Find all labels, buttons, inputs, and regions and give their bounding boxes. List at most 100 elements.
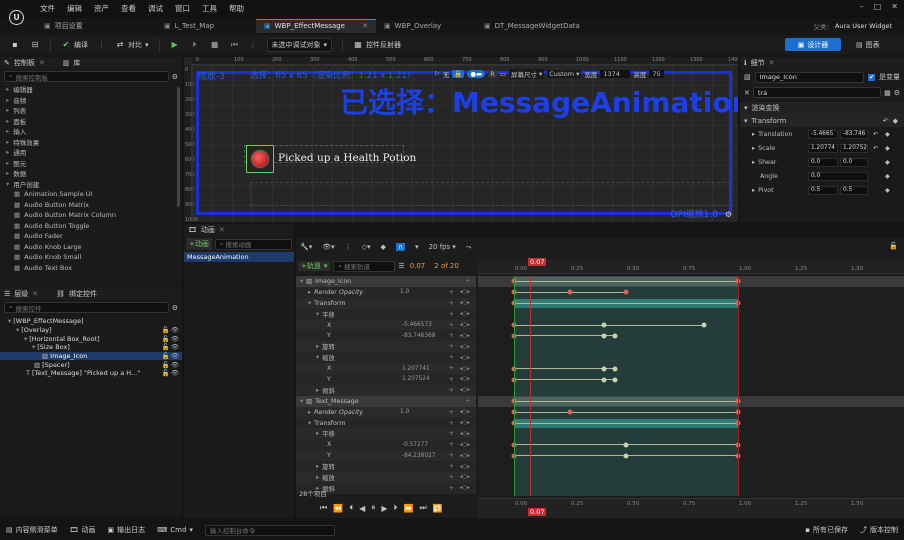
palette-item[interactable]: ▦ Audio Button Matrix xyxy=(0,200,182,211)
animation-item[interactable]: MessageAnimation xyxy=(184,252,294,262)
toggle-icon[interactable]: ●▬ xyxy=(467,70,486,78)
track-row[interactable]: ▾ ▧ Image_Icon + xyxy=(296,276,476,287)
translation-y[interactable]: -83.746 xyxy=(840,129,868,139)
r-toggle[interactable]: R xyxy=(488,70,497,78)
menu-item[interactable]: 资产 xyxy=(94,3,109,14)
animation-button[interactable]: 🎞 动画 xyxy=(70,525,96,535)
palette-category[interactable]: ▸ 图元 xyxy=(0,158,182,169)
add-key-icon[interactable]: + xyxy=(449,420,454,427)
start-bound[interactable] xyxy=(514,276,515,496)
keyframe-nav-icon[interactable]: ◂○▸ xyxy=(460,333,470,339)
keyframe[interactable] xyxy=(612,333,618,339)
grid-view-icon[interactable]: ▦ xyxy=(884,89,891,97)
stop-icon[interactable]: ■ xyxy=(210,40,220,50)
menu-item[interactable]: 调试 xyxy=(148,3,163,14)
keyframe-nav-icon[interactable]: ◂○▸ xyxy=(460,376,470,382)
menu-item[interactable]: 窗口 xyxy=(175,3,190,14)
track-value[interactable]: -0.57277 xyxy=(402,442,428,448)
track-row[interactable]: ▾ Transform + ◂○▸ xyxy=(296,417,476,429)
transform-group[interactable]: ▾ Transform ↶ ◆ xyxy=(740,114,904,127)
keyframe[interactable] xyxy=(623,442,629,448)
rewind-icon[interactable]: ⏮ xyxy=(230,40,240,50)
widget-reflector-button[interactable]: ▦ 控件反射器 xyxy=(353,40,401,50)
close-icon[interactable]: ✕ xyxy=(219,226,225,234)
palette-item[interactable]: ▦ Animation Sample UI xyxy=(0,189,182,200)
settings-icon[interactable]: ⚙ xyxy=(172,304,178,312)
custom-size-dropdown[interactable]: Custom ▾ xyxy=(547,70,582,78)
lock-icon[interactable]: 🔓 xyxy=(162,361,170,369)
track-row[interactable]: ▾ Transform + ◂○▸ xyxy=(296,297,476,309)
add-key-icon[interactable]: + xyxy=(449,322,454,329)
track-value[interactable]: 1.207741 xyxy=(402,366,430,372)
settings-icon[interactable]: ⚙ xyxy=(894,89,900,97)
palette-item[interactable]: ▦ Audio Knob Large xyxy=(0,242,182,253)
keyframe-nav-icon[interactable]: + xyxy=(465,398,470,404)
pivot-x[interactable]: 0.5 xyxy=(808,185,838,195)
close-icon[interactable]: ✕ xyxy=(891,2,898,11)
message-text-widget[interactable]: Picked up a Health Potion xyxy=(278,152,416,164)
track-row[interactable]: ▸ 平移 + ◂○▸ xyxy=(296,428,476,440)
save-all-status[interactable]: ▪ 所有已保存 xyxy=(805,525,848,535)
palette-category[interactable]: ▸ 音频 xyxy=(0,95,182,106)
add-key-icon[interactable]: + xyxy=(449,300,454,307)
palette-category[interactable]: ▾ 用户创建 xyxy=(0,179,182,190)
step-icon[interactable]: ⏵ xyxy=(190,40,200,50)
add-key-icon[interactable]: + xyxy=(449,354,454,361)
keyframe[interactable] xyxy=(623,289,629,295)
add-key-icon[interactable]: + xyxy=(449,441,454,448)
add-key-icon[interactable]: + xyxy=(449,409,454,416)
lock-icon[interactable]: 🔓 xyxy=(162,326,170,334)
none-toggle[interactable]: 无 xyxy=(443,69,450,79)
hierarchy-item[interactable]: ▧ Image_Icon 🔓 👁 xyxy=(0,351,182,361)
pause-icon[interactable]: ⏸ xyxy=(371,503,375,513)
save-icon[interactable]: ▪ xyxy=(10,40,20,50)
hierarchy-item[interactable]: ▾ [WBP_EffectMessage] xyxy=(0,317,182,326)
keyframe[interactable] xyxy=(612,366,618,372)
close-icon[interactable]: ✕ xyxy=(769,59,775,67)
fps-dropdown[interactable]: 20 fps ▾ xyxy=(429,243,456,251)
keyframe-nav-icon[interactable]: ◂○▸ xyxy=(460,311,470,317)
compile-button[interactable]: ✔ 编译 xyxy=(61,40,88,50)
lock-icon[interactable]: 🔓 xyxy=(889,242,898,250)
keyframe-nav-icon[interactable]: ◂○▸ xyxy=(460,366,470,372)
play-icon[interactable]: ▶ xyxy=(170,40,180,50)
angle-input[interactable]: 0.0 xyxy=(808,171,868,181)
keyframe-nav-icon[interactable]: ◂○▸ xyxy=(460,322,470,328)
palette-category[interactable]: ▸ 编辑器 xyxy=(0,84,182,95)
keyframe-icon[interactable]: ◆ xyxy=(885,173,890,180)
is-variable-checkbox[interactable]: ✔ xyxy=(868,73,875,81)
add-track-button[interactable]: +轨道 ▾ xyxy=(298,261,331,271)
palette-category[interactable]: ▸ 列表 xyxy=(0,105,182,116)
dpi-settings-icon[interactable]: ⚙ xyxy=(725,210,732,219)
document-tab[interactable]: ▣ WBP_Overlay xyxy=(376,19,476,33)
palette-item[interactable]: ▦ Audio Text Box xyxy=(0,263,182,274)
graph-button[interactable]: ▤ 图表 xyxy=(856,40,880,50)
menu-item[interactable]: 工具 xyxy=(202,3,217,14)
keyframe-icon[interactable]: ◆ xyxy=(885,131,890,138)
unreal-logo[interactable]: U xyxy=(9,10,24,25)
track-row[interactable]: ▾ 缩放 + ◂○▸ xyxy=(296,352,476,364)
add-key-icon[interactable]: + xyxy=(449,376,454,383)
console-input[interactable]: 输入控制台命令 xyxy=(204,524,335,536)
playhead-label[interactable]: 0.07 xyxy=(528,258,547,266)
source-control-button[interactable]: ⤴ 版本控制 xyxy=(860,525,898,535)
browse-icon[interactable]: ⊟ xyxy=(30,40,40,50)
add-key-icon[interactable]: + xyxy=(449,311,454,318)
track-row[interactable]: Y 1.207524 + ◂○▸ xyxy=(296,374,476,385)
document-tab[interactable]: ▣ DT_MessageWidgetData xyxy=(476,19,616,33)
maximize-icon[interactable]: □ xyxy=(874,2,882,11)
menu-item[interactable]: 文件 xyxy=(40,3,55,14)
palette-category[interactable]: ▸ 数据 xyxy=(0,168,182,179)
minimize-icon[interactable]: – xyxy=(860,2,864,11)
view-icon[interactable]: 👁▾ xyxy=(322,243,334,251)
lock-icon[interactable]: 🔓 xyxy=(162,369,170,377)
hierarchy-item[interactable]: ▾ [Size Box] 🔓 👁 xyxy=(0,343,182,352)
track-value[interactable]: -83.746368 xyxy=(402,333,435,339)
visibility-icon[interactable]: 👁 xyxy=(171,361,179,369)
track-row[interactable]: ▸ 旋转 + ◂○▸ xyxy=(296,461,476,473)
keyframe-nav-icon[interactable]: ◂○▸ xyxy=(460,289,470,295)
lock-icon[interactable]: 🔒 xyxy=(452,70,465,78)
translation-x[interactable]: -5.4665 xyxy=(808,129,838,139)
close-icon[interactable]: ✕ xyxy=(39,59,45,67)
palette-item[interactable]: ▦ Audio Knob Small xyxy=(0,252,182,263)
